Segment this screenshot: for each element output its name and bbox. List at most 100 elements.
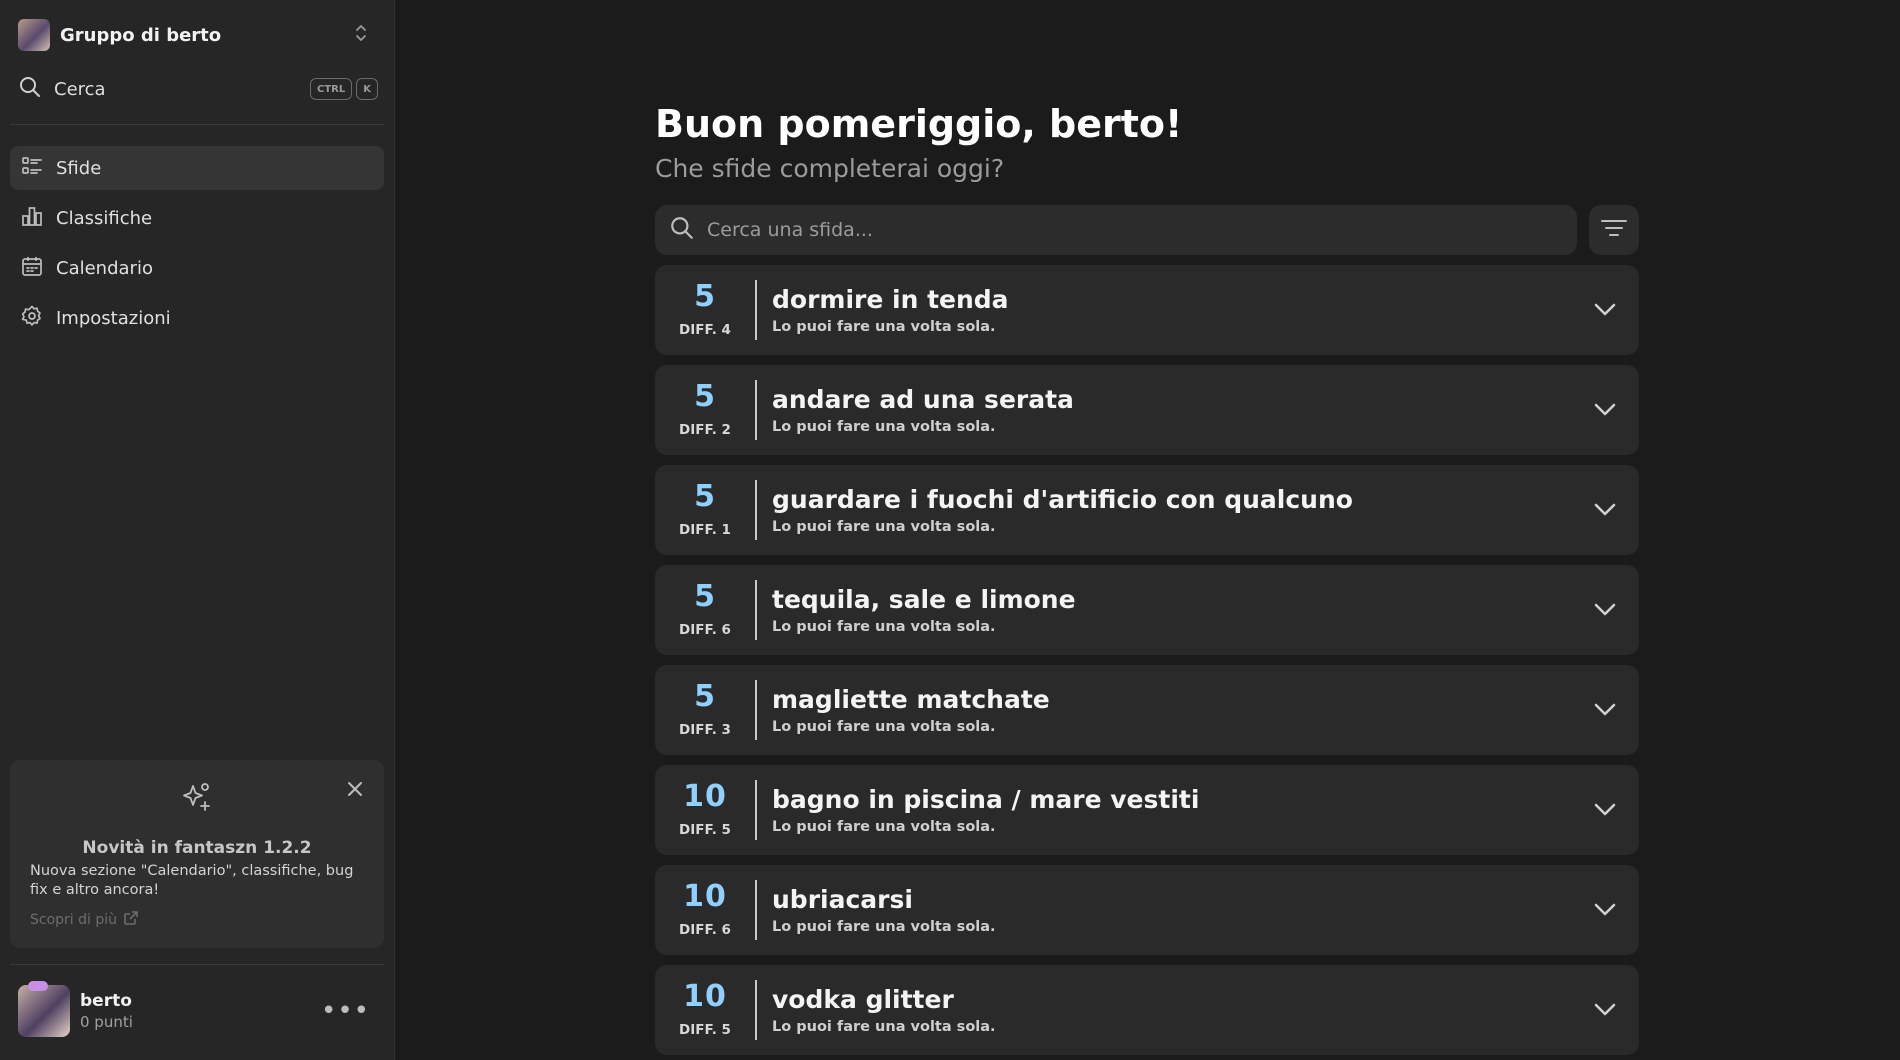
divider [755,780,757,840]
challenge-difficulty: DIFF. 4 [679,322,731,338]
more-options-icon[interactable]: ••• [321,996,370,1026]
divider [755,280,757,340]
challenge-points: 5 [694,279,716,314]
divider [755,580,757,640]
external-link-icon [123,910,139,930]
chevron-down-icon[interactable] [1591,495,1619,527]
chevron-down-icon[interactable] [1591,895,1619,927]
divider [755,980,757,1040]
news-link-label: Scopri di più [30,912,118,928]
group-switcher[interactable]: Gruppo di berto [18,18,378,52]
challenge-search-input[interactable] [707,219,1567,241]
challenge-card[interactable]: 5 DIFF. 1 guardare i fuochi d'artificio co… [655,465,1639,555]
challenge-title: tequila, sale e limone [772,585,1076,614]
page-title: Buon pomeriggio, berto! [655,102,1183,146]
sidebar-item-classifiche[interactable]: Classifiche [10,196,384,240]
chevron-down-icon[interactable] [1591,395,1619,427]
calendar-icon [20,254,44,282]
challenge-difficulty: DIFF. 5 [679,822,731,838]
challenge-difficulty: DIFF. 6 [679,622,731,638]
challenge-title: ubriacarsi [772,885,913,914]
chevron-down-icon[interactable] [1591,595,1619,627]
group-name: Gruppo di berto [60,24,222,46]
divider [755,680,757,740]
challenge-note: Lo puoi fare una volta sola. [772,519,996,535]
challenge-card[interactable]: 5 DIFF. 2 andare ad una serata Lo puoi fare… [655,365,1639,455]
sidebar-item-impostazioni[interactable]: Impostazioni [10,296,384,340]
challenge-points: 5 [694,379,716,414]
challenge-points: 10 [683,879,727,914]
user-points: 0 punti [80,1013,133,1031]
gear-icon [20,304,44,332]
challenge-list: 5 DIFF. 4 dormire in tenda Lo puoi fare una… [655,265,1639,1060]
challenge-points: 5 [694,579,716,614]
sidebar-item-label: Sfide [56,157,102,179]
challenge-points: 5 [694,479,716,514]
challenge-card[interactable]: 5 DIFF. 4 dormire in tenda Lo puoi fare una… [655,265,1639,355]
challenge-difficulty: DIFF. 2 [679,422,731,438]
challenge-title: bagno in piscina / mare vestiti [772,785,1200,814]
challenge-search[interactable] [655,205,1577,255]
chevron-down-icon[interactable] [1591,795,1619,827]
news-card: Novità in fantaszn 1.2.2 Nuova sezione "… [10,760,384,948]
challenge-title: guardare i fuochi d'artificio con qualcu… [772,485,1353,514]
challenge-note: Lo puoi fare una volta sola. [772,719,996,735]
challenge-note: Lo puoi fare una volta sola. [772,419,996,435]
challenge-note: Lo puoi fare una volta sola. [772,319,996,335]
chevron-down-icon[interactable] [1591,695,1619,727]
challenge-card[interactable]: 10 DIFF. 5 bagno in piscina / mare vestiti… [655,765,1639,855]
news-body: Nuova sezione "Calendario", classifiche,… [30,863,354,898]
search-icon [669,215,695,245]
challenge-card[interactable]: 10 DIFF. 5 vodka glitter Lo puoi fare una v… [655,965,1639,1055]
challenge-note: Lo puoi fare una volta sola. [772,919,996,935]
challenge-card[interactable]: 5 DIFF. 6 tequila, sale e limone Lo puoi fa… [655,565,1639,655]
sparkles-icon [180,780,214,818]
divider [755,380,757,440]
challenge-points: 5 [694,679,716,714]
sidebar-search[interactable]: Cerca CTRL K [18,72,378,106]
challenge-note: Lo puoi fare una volta sola. [772,1019,996,1035]
sidebar-item-sfide[interactable]: Sfide [10,146,384,190]
challenge-card[interactable]: 5 DIFF. 3 magliette matchate Lo puoi fare u… [655,665,1639,755]
filter-button[interactable] [1589,205,1639,255]
shortcut-hint: CTRL K [310,78,378,100]
challenge-note: Lo puoi fare una volta sola. [772,619,996,635]
group-avatar [18,19,50,51]
bar-chart-icon [20,204,44,232]
page-subtitle: Che sfide completerai oggi? [655,154,1005,183]
sidebar-item-calendario[interactable]: Calendario [10,246,384,290]
challenge-note: Lo puoi fare una volta sola. [772,819,996,835]
challenge-card[interactable]: 10 DIFF. 6 ubriacarsi Lo puoi fare una volt… [655,865,1639,955]
sidebar-item-label: Classifiche [56,207,153,229]
sidebar-search-label: Cerca [54,78,106,100]
filter-icon [1600,218,1628,242]
challenge-title: andare ad una serata [772,385,1074,414]
chevron-down-icon[interactable] [1591,995,1619,1027]
user-meta: berto 0 punti [80,991,133,1031]
avatar [18,981,70,1037]
main-content: Buon pomeriggio, berto! Che sfide comple… [395,0,1900,1060]
challenge-title: dormire in tenda [772,285,1009,314]
divider [755,480,757,540]
news-title: Novità in fantaszn 1.2.2 [82,838,312,858]
chevron-up-down-icon [354,23,368,47]
chevron-down-icon[interactable] [1591,295,1619,327]
divider [10,964,384,965]
kbd-k: K [356,78,378,100]
user-profile[interactable]: berto 0 punti ••• [18,981,378,1040]
search-icon [18,75,42,103]
divider [755,880,757,940]
sidebar: Gruppo di berto Cerca CTRL K Sfide Class… [0,0,395,1060]
sidebar-item-label: Impostazioni [56,307,171,329]
challenge-difficulty: DIFF. 5 [679,1022,731,1038]
challenge-title: magliette matchate [772,685,1050,714]
divider [10,124,384,125]
challenge-points: 10 [683,779,727,814]
challenge-title: vodka glitter [772,985,954,1014]
challenge-points: 10 [683,979,727,1014]
user-name: berto [80,991,132,1011]
close-icon[interactable] [346,780,364,802]
challenge-difficulty: DIFF. 3 [679,722,731,738]
news-link[interactable]: Scopri di più [30,910,139,930]
challenge-difficulty: DIFF. 6 [679,922,731,938]
